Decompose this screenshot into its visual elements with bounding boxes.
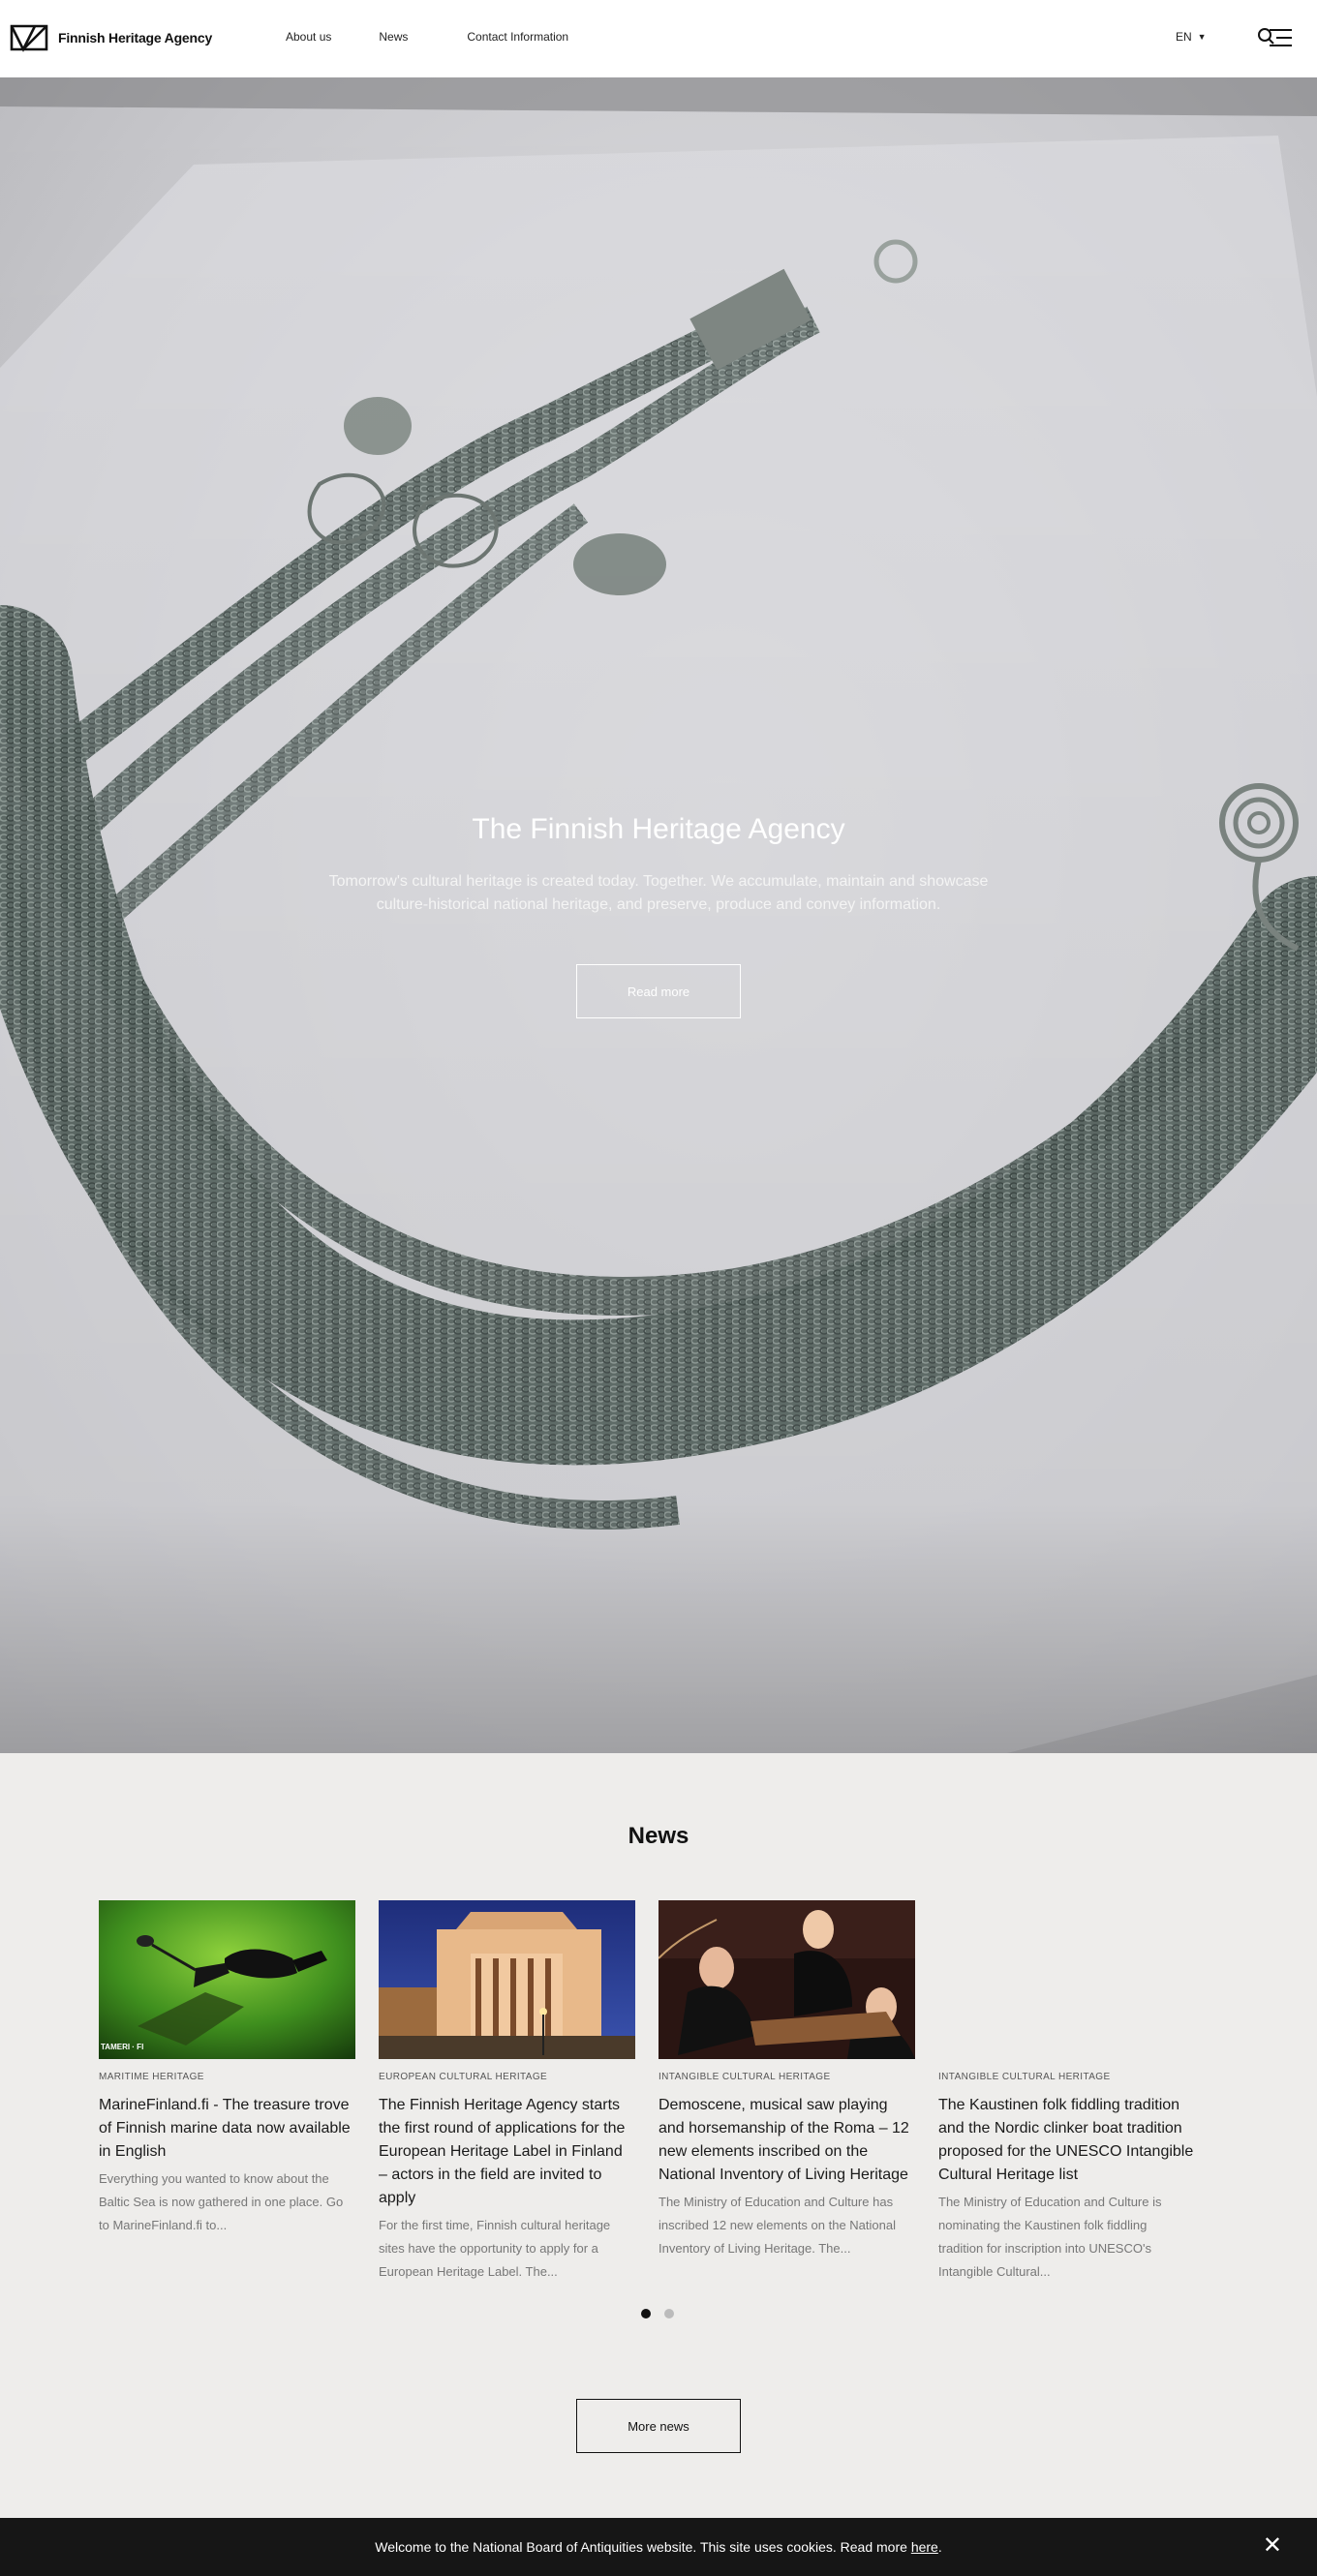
news-title[interactable]: The Kaustinen folk fiddling tradition an… — [938, 2094, 1195, 2187]
news-category: EUROPEAN CULTURAL HERITAGE — [379, 2072, 548, 2082]
news-image-building — [379, 1900, 635, 2059]
hero-read-more-button[interactable]: Read more — [576, 964, 741, 1018]
carousel-dot-1[interactable] — [641, 2309, 651, 2318]
logo-text: Finnish Heritage Agency — [58, 30, 213, 45]
news-title[interactable]: The Finnish Heritage Agency starts the f… — [379, 2094, 635, 2210]
news-excerpt: The Ministry of Education and Culture is… — [938, 2195, 1162, 2279]
news-card[interactable]: INTANGIBLE CULTURAL HERITAGE The Kaustin… — [938, 1900, 1195, 2284]
nav-contact-information[interactable]: Contact Information — [467, 30, 568, 44]
image-caption: TAMERI · FI — [101, 2043, 144, 2051]
news-card[interactable]: TAMERI · FI MARITIME HERITAGE MarineFinl… — [99, 1900, 355, 2237]
cookie-read-more-link[interactable]: here — [911, 2539, 938, 2555]
logo-mark-icon — [10, 24, 48, 52]
news-title[interactable]: Demoscene, musical saw playing and horse… — [658, 2094, 915, 2187]
language-selector[interactable]: EN ▼ — [1176, 30, 1207, 44]
hero-description: Tomorrow's cultural heritage is created … — [328, 873, 989, 913]
news-heading: News — [628, 1823, 689, 1849]
hero-title: The Finnish Heritage Agency — [472, 813, 845, 845]
news-image-musicians — [658, 1900, 915, 2059]
main-nav: About us News Contact Information — [286, 30, 568, 44]
news-category: MARITIME HERITAGE — [99, 2072, 204, 2082]
news-excerpt: Everything you wanted to know about the … — [99, 2171, 344, 2232]
news-title[interactable]: MarineFinland.fi - The treasure trove of… — [99, 2094, 355, 2164]
site-logo[interactable]: Finnish Heritage Agency — [10, 23, 212, 52]
news-category: INTANGIBLE CULTURAL HERITAGE — [938, 2072, 1111, 2082]
news-image-diver: TAMERI · FI — [99, 1900, 355, 2059]
carousel-dot-2[interactable] — [664, 2309, 674, 2318]
carousel-pagination — [641, 2309, 674, 2318]
nav-about-us[interactable]: About us — [286, 30, 331, 44]
more-news-button[interactable]: More news — [576, 2399, 741, 2453]
hero-section: The Finnish Heritage Agency Tomorrow's c… — [0, 77, 1317, 1753]
nav-news[interactable]: News — [379, 30, 408, 44]
close-icon[interactable]: ✕ — [1263, 2534, 1282, 2558]
search-menu-icon[interactable] — [1257, 26, 1294, 49]
news-image-placeholder — [938, 1900, 1195, 2059]
caret-down-icon: ▼ — [1197, 32, 1207, 42]
site-header: Finnish Heritage Agency About us News Co… — [0, 0, 1317, 77]
news-category: INTANGIBLE CULTURAL HERITAGE — [658, 2072, 831, 2082]
news-card[interactable]: EUROPEAN CULTURAL HERITAGE The Finnish H… — [379, 1900, 635, 2284]
news-excerpt: For the first time, Finnish cultural her… — [379, 2218, 611, 2279]
cookie-banner: Welcome to the National Board of Antiqui… — [0, 2518, 1317, 2576]
cookie-text: Welcome to the National Board of Antiqui… — [375, 2539, 907, 2555]
news-card[interactable]: INTANGIBLE CULTURAL HERITAGE Demoscene, … — [658, 1900, 915, 2260]
cookie-suffix: . — [937, 2539, 942, 2555]
language-label: EN — [1176, 30, 1192, 44]
news-excerpt: The Ministry of Education and Culture ha… — [658, 2195, 896, 2256]
